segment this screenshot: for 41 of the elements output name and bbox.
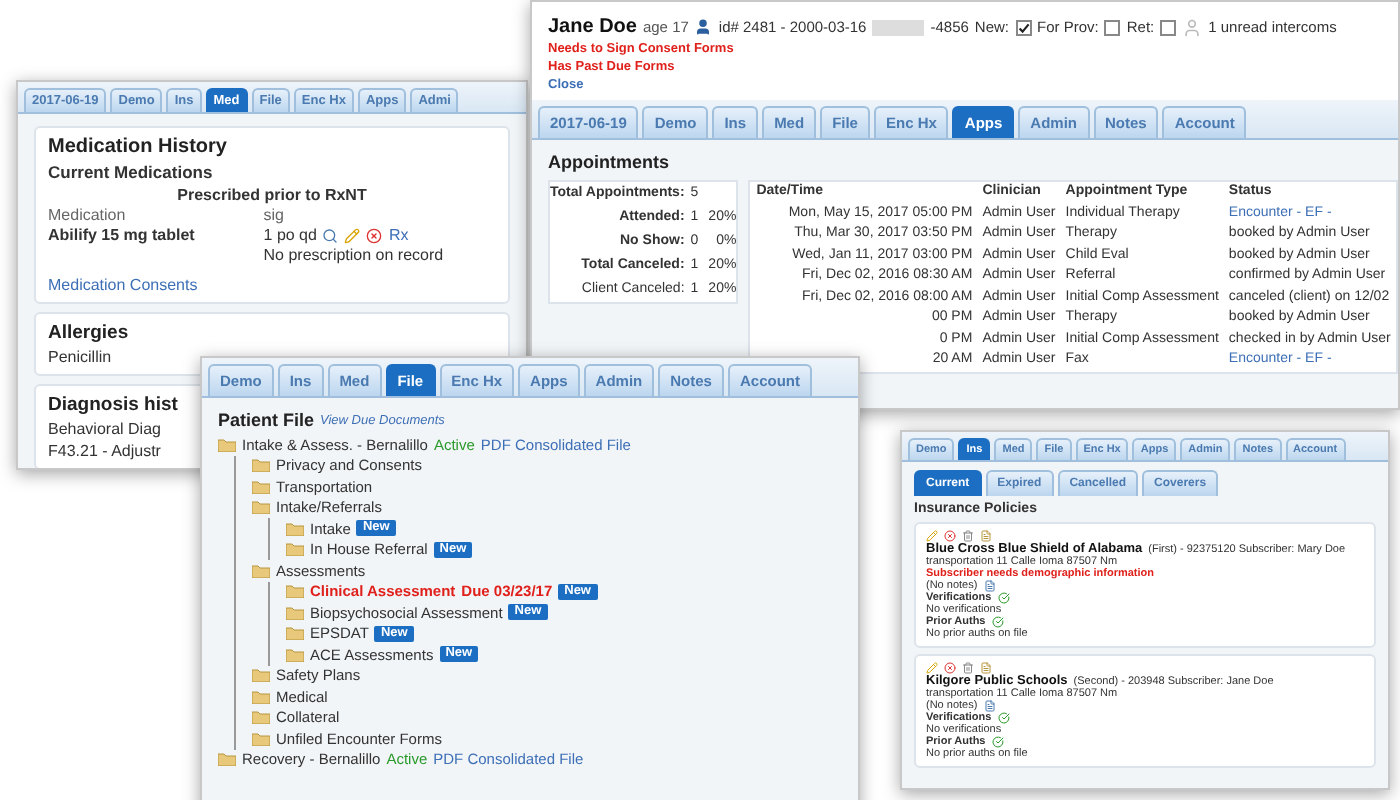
checkbox[interactable] xyxy=(1160,19,1177,35)
medication-name: Abilify 15 mg tablet xyxy=(48,226,197,244)
delete-icon[interactable] xyxy=(366,227,383,243)
diagnosis-text: F43.21 - Adjustr xyxy=(48,442,161,460)
patient-name: Jane Doe xyxy=(548,16,637,38)
pencil-icon[interactable] xyxy=(344,227,361,243)
pencil-icon[interactable] xyxy=(926,530,938,542)
delete-icon[interactable] xyxy=(944,530,956,542)
table-caption: Prescribed prior to RxNT xyxy=(177,186,367,204)
table-cell-text: No prescription on record xyxy=(263,246,446,264)
document-icon[interactable] xyxy=(980,530,992,542)
add-icon[interactable] xyxy=(991,616,1004,628)
subsection-title: Current Medications xyxy=(48,162,213,182)
section-title: Patient File xyxy=(218,410,315,430)
document-icon[interactable] xyxy=(980,662,992,674)
person-icon xyxy=(694,18,713,36)
table-cell: 1 po qd xyxy=(263,226,317,244)
section-title: Allergies xyxy=(48,322,129,344)
person-icon xyxy=(1182,17,1203,37)
section-title: Appointments xyxy=(548,152,671,172)
column-header: Medication xyxy=(48,206,128,224)
section-title: Medication History xyxy=(48,136,227,158)
allergy-text: Penicillin xyxy=(48,348,112,366)
add-icon[interactable] xyxy=(997,592,1010,604)
notes-icon[interactable] xyxy=(983,580,996,592)
diagnosis-text: Behavioral Diag xyxy=(48,420,161,438)
trash-icon[interactable] xyxy=(962,662,974,674)
search-icon[interactable] xyxy=(322,227,339,243)
checkbox[interactable] xyxy=(1015,19,1032,35)
trash-icon[interactable] xyxy=(962,530,974,542)
add-icon[interactable] xyxy=(991,736,1004,748)
notes-icon[interactable] xyxy=(983,700,996,712)
pencil-icon[interactable] xyxy=(926,662,938,674)
section-title: Diagnosis hist xyxy=(48,394,178,416)
column-header: sig xyxy=(263,206,286,224)
redacted-block xyxy=(872,19,925,35)
consents-link[interactable]: Medication Consents xyxy=(48,276,198,294)
delete-icon[interactable] xyxy=(944,662,956,674)
checkbox[interactable] xyxy=(1104,19,1121,35)
add-icon[interactable] xyxy=(997,712,1010,724)
rx-link[interactable]: Rx xyxy=(388,226,409,244)
